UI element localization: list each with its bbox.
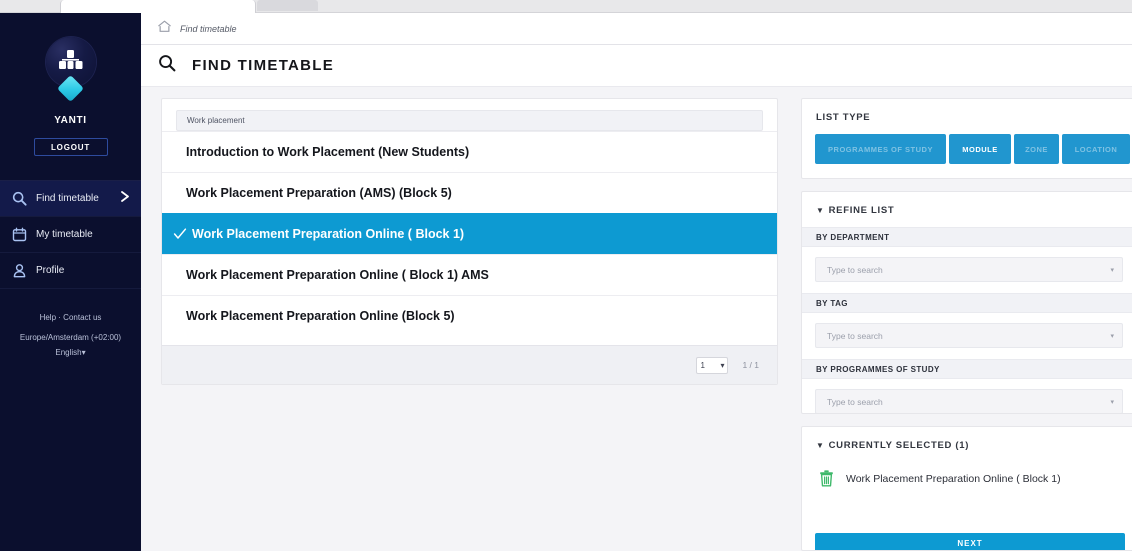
- browser-tab-active[interactable]: [60, 0, 256, 13]
- list-type-tabs: PROGRAMMES OF STUDY MODULE ZONE LOCATION: [802, 123, 1132, 164]
- result-label: Work Placement Preparation (AMS) (Block …: [186, 186, 452, 200]
- sidebar-item-my-timetable[interactable]: My timetable: [0, 217, 141, 253]
- user-icon: [8, 260, 30, 282]
- tab-programmes-of-study[interactable]: PROGRAMMES OF STUDY: [815, 134, 946, 164]
- refine-list-title: REFINE LIST: [828, 205, 895, 216]
- chevron-down-icon: ▾: [1110, 266, 1114, 274]
- avatar: [23, 37, 119, 109]
- filter-label-programmes: BY PROGRAMMES OF STUDY: [802, 359, 1132, 379]
- page-header: FIND TIMETABLE: [141, 45, 1132, 87]
- search-input[interactable]: Work placement: [176, 110, 763, 131]
- trash-icon[interactable]: [816, 470, 836, 487]
- check-icon: [172, 227, 188, 241]
- search-icon: [8, 188, 30, 210]
- result-label: Introduction to Work Placement (New Stud…: [186, 145, 470, 159]
- filter-input-department[interactable]: Type to search ▾: [815, 257, 1123, 282]
- page-count-label: 1 / 1: [742, 360, 759, 370]
- contact-us-link[interactable]: Contact us: [63, 313, 101, 322]
- filter-placeholder: Type to search: [827, 396, 883, 407]
- page-select[interactable]: 1 ▾: [696, 356, 729, 374]
- language-selector[interactable]: English▾: [0, 346, 141, 360]
- page-title: FIND TIMETABLE: [192, 57, 335, 74]
- list-type-panel: LIST TYPE PROGRAMMES OF STUDY MODULE ZON…: [801, 98, 1132, 179]
- currently-selected-panel: ▼ CURRENTLY SELECTED (1) Work Placement P…: [801, 426, 1132, 551]
- language-label: English: [55, 347, 82, 357]
- calendar-icon: [8, 224, 30, 246]
- chevron-down-icon: ▾: [720, 360, 725, 370]
- result-row[interactable]: Work Placement Preparation Online ( Bloc…: [162, 254, 777, 295]
- main-content: Work placement Introduction to Work Plac…: [141, 87, 1132, 551]
- sidebar-item-find-timetable[interactable]: Find timetable: [0, 181, 141, 217]
- sidebar-item-label: Profile: [36, 265, 65, 276]
- filter-label-department: BY DEPARTMENT: [802, 227, 1132, 247]
- result-row[interactable]: Work Placement Preparation (AMS) (Block …: [162, 172, 777, 213]
- sidebar-item-label: Find timetable: [36, 193, 99, 204]
- tab-location[interactable]: LOCATION: [1062, 134, 1130, 164]
- breadcrumb-current[interactable]: Find timetable: [180, 24, 237, 34]
- selected-item: Work Placement Preparation Online ( Bloc…: [802, 451, 1132, 487]
- result-row[interactable]: Work Placement Preparation Online (Block…: [162, 295, 777, 336]
- result-row-selected[interactable]: Work Placement Preparation Online ( Bloc…: [162, 213, 777, 254]
- results-panel: Work placement Introduction to Work Plac…: [161, 98, 778, 385]
- sidebar-footer: Help · Contact us Europe/Amsterdam (+02:…: [0, 311, 141, 360]
- currently-selected-header[interactable]: ▼ CURRENTLY SELECTED (1): [802, 427, 1132, 451]
- filter-input-programmes[interactable]: Type to search ▾: [815, 389, 1123, 413]
- filter-placeholder: Type to search: [827, 264, 883, 275]
- sidebar: YANTI LOGOUT Find timetable My timetable…: [0, 13, 141, 551]
- list-type-title: LIST TYPE: [816, 112, 871, 123]
- help-link[interactable]: Help: [40, 313, 56, 322]
- search-icon: [158, 54, 176, 77]
- refine-list-header[interactable]: ▼ REFINE LIST: [802, 192, 1132, 216]
- tab-zone[interactable]: ZONE: [1014, 134, 1059, 164]
- timezone-label: Europe/Amsterdam (+02:00): [19, 333, 122, 343]
- chevron-right-icon: [120, 190, 131, 208]
- user-name: YANTI: [54, 115, 87, 126]
- breadcrumb: Find timetable: [141, 13, 1132, 45]
- chevron-down-icon: ▾: [81, 347, 86, 357]
- sidebar-item-profile[interactable]: Profile: [0, 253, 141, 289]
- sidebar-item-label: My timetable: [36, 229, 93, 240]
- org-hierarchy-icon: [58, 49, 84, 75]
- footer-separator: ·: [58, 313, 61, 322]
- filter-placeholder: Type to search: [827, 330, 883, 341]
- pagination: 1 ▾ 1 / 1: [162, 345, 777, 384]
- chevron-down-icon: ▾: [1110, 332, 1114, 340]
- selected-item-label: Work Placement Preparation Online ( Bloc…: [846, 472, 1061, 485]
- next-button[interactable]: NEXT: [815, 533, 1125, 550]
- refine-list-panel: ▼ REFINE LIST BY DEPARTMENT Type to searc…: [801, 191, 1132, 414]
- caret-down-icon: ▼: [816, 441, 825, 450]
- filter-label-tag: BY TAG: [802, 293, 1132, 313]
- tab-module[interactable]: MODULE: [949, 134, 1011, 164]
- browser-tab-strip: [0, 0, 1132, 13]
- result-label: Work Placement Preparation Online ( Bloc…: [192, 227, 465, 241]
- browser-tab-inactive[interactable]: [257, 0, 318, 11]
- caret-down-icon: ▼: [816, 206, 825, 215]
- page-value: 1: [700, 360, 705, 370]
- logout-button[interactable]: LOGOUT: [33, 138, 108, 156]
- result-label: Work Placement Preparation Online (Block…: [186, 309, 455, 323]
- chevron-down-icon: ▾: [1110, 398, 1114, 406]
- filter-input-tag[interactable]: Type to search ▾: [815, 323, 1123, 348]
- result-row[interactable]: Introduction to Work Placement (New Stud…: [162, 131, 777, 172]
- home-icon[interactable]: [157, 20, 172, 38]
- result-label: Work Placement Preparation Online ( Bloc…: [186, 268, 489, 282]
- currently-selected-title: CURRENTLY SELECTED (1): [828, 440, 970, 451]
